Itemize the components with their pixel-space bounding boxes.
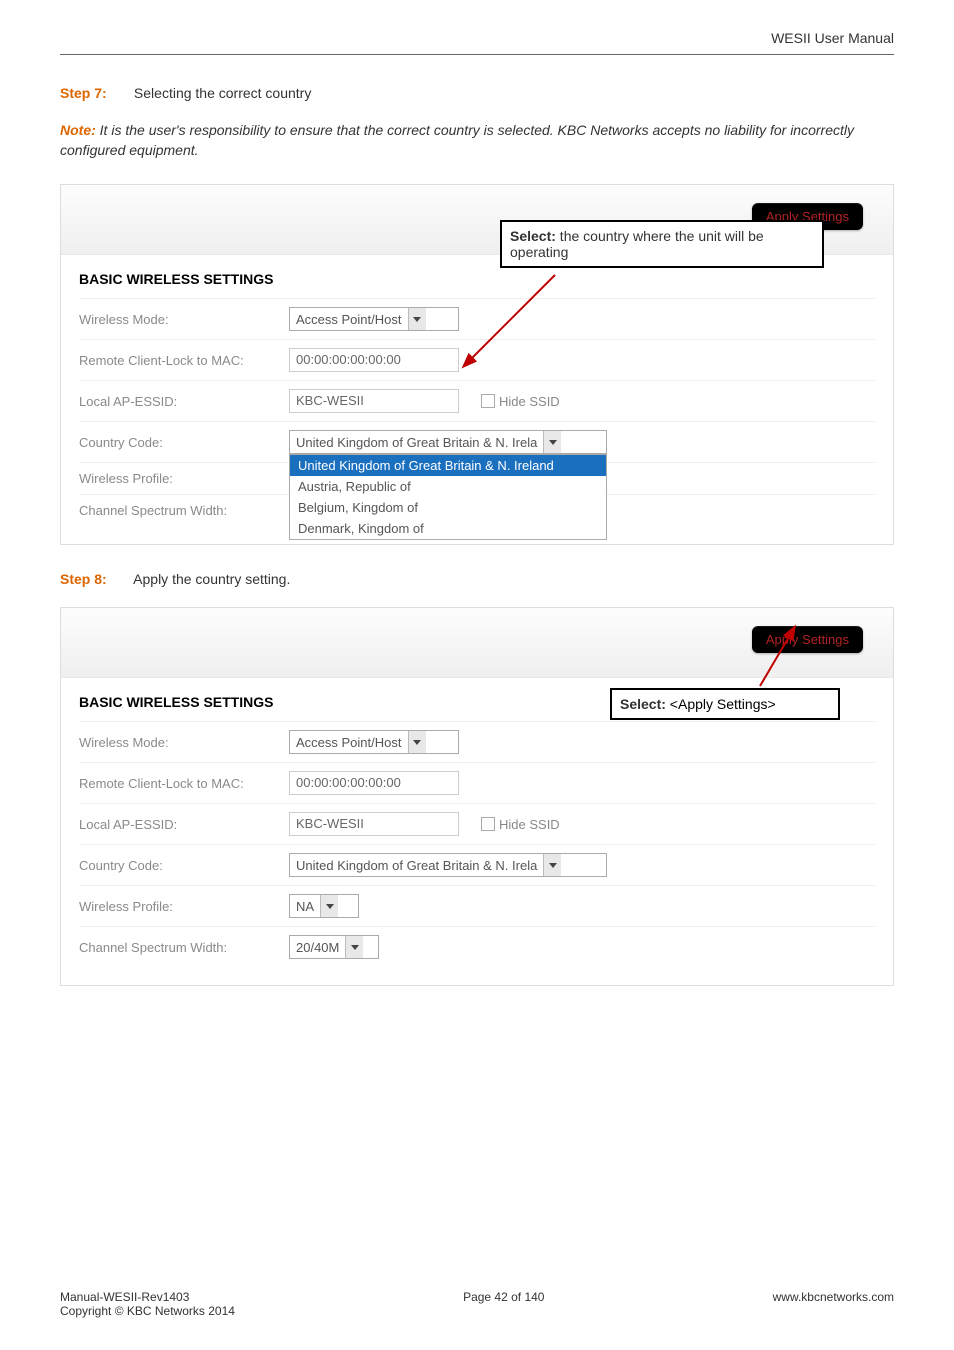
dropdown-option[interactable]: Belgium, Kingdom of — [290, 497, 606, 518]
dropdown-option[interactable]: Denmark, Kingdom of — [290, 518, 606, 539]
country-code-select[interactable]: United Kingdom of Great Britain & N. Ire… — [289, 430, 607, 454]
hide-ssid-label: Hide SSID — [499, 394, 560, 409]
row-wireless-mode: Wireless Mode: Access Point/Host — [79, 298, 875, 339]
step7-label: Step 7: — [60, 85, 107, 101]
note-text: It is the user's responsibility to ensur… — [60, 122, 854, 158]
label-channel-width: Channel Spectrum Width: — [79, 940, 289, 955]
callout-select-country: Select: the country where the unit will … — [500, 220, 824, 268]
step7-text: Selecting the correct country — [134, 85, 311, 101]
local-essid-input[interactable]: KBC-WESII — [289, 812, 459, 836]
chevron-down-icon — [345, 936, 363, 958]
channel-width-value: 20/40M — [296, 940, 339, 955]
callout1-bold: Select: — [510, 228, 556, 244]
label-wireless-profile: Wireless Profile: — [79, 471, 289, 486]
manual-title: WESII User Manual — [771, 30, 894, 46]
label-remote-mac: Remote Client-Lock to MAC: — [79, 776, 289, 791]
chevron-down-icon — [543, 431, 561, 453]
chevron-down-icon — [408, 308, 426, 330]
chevron-down-icon — [543, 854, 561, 876]
wireless-mode-select[interactable]: Access Point/Host — [289, 730, 459, 754]
row-channel-width: Channel Spectrum Width: 20/40M — [79, 926, 875, 967]
settings-panel-2: Apply Settings BASIC WIRELESS SETTINGS W… — [60, 607, 894, 986]
note-label: Note: — [60, 122, 96, 138]
remote-mac-input[interactable]: 00:00:00:00:00:00 — [289, 348, 459, 372]
note-block: Note: It is the user's responsibility to… — [60, 121, 894, 160]
footer-page: Page 42 of 140 — [235, 1290, 773, 1318]
country-code-value: United Kingdom of Great Britain & N. Ire… — [296, 858, 537, 873]
wireless-profile-select[interactable]: NA — [289, 894, 359, 918]
row-local-essid: Local AP-ESSID: KBC-WESII Hide SSID — [79, 380, 875, 421]
country-code-value: United Kingdom of Great Britain & N. Ire… — [296, 435, 537, 450]
wireless-mode-select[interactable]: Access Point/Host — [289, 307, 459, 331]
country-dropdown-list: United Kingdom of Great Britain & N. Ire… — [289, 454, 607, 540]
panel2-topbar: Apply Settings — [61, 608, 893, 678]
page-header: WESII User Manual — [60, 30, 894, 55]
row-wireless-profile: Wireless Profile: NA — [79, 885, 875, 926]
footer-url: www.kbcnetworks.com — [773, 1290, 894, 1318]
step8-label: Step 8: — [60, 571, 107, 587]
label-wireless-mode: Wireless Mode: — [79, 735, 289, 750]
channel-width-select[interactable]: 20/40M — [289, 935, 379, 959]
label-wireless-mode: Wireless Mode: — [79, 312, 289, 327]
footer-line1: Manual-WESII-Rev1403 — [60, 1290, 235, 1304]
callout-apply-settings: Select: <Apply Settings> — [610, 688, 840, 720]
chevron-down-icon — [408, 731, 426, 753]
label-channel-width: Channel Spectrum Width: — [79, 503, 289, 518]
row-local-essid: Local AP-ESSID: KBC-WESII Hide SSID — [79, 803, 875, 844]
row-remote-mac: Remote Client-Lock to MAC: 00:00:00:00:0… — [79, 339, 875, 380]
callout2-text: <Apply Settings> — [666, 696, 776, 712]
row-country-code: Country Code: United Kingdom of Great Br… — [79, 844, 875, 885]
label-country-code: Country Code: — [79, 435, 289, 450]
hide-ssid-checkbox[interactable] — [481, 817, 495, 831]
apply-settings-button[interactable]: Apply Settings — [752, 626, 863, 653]
page-footer: Manual-WESII-Rev1403 Copyright © KBC Net… — [60, 1290, 894, 1318]
chevron-down-icon — [320, 895, 338, 917]
hide-ssid-label: Hide SSID — [499, 817, 560, 832]
country-code-select[interactable]: United Kingdom of Great Britain & N. Ire… — [289, 853, 607, 877]
wireless-mode-value: Access Point/Host — [296, 312, 402, 327]
step8-line: Step 8: Apply the country setting. — [60, 571, 894, 587]
label-local-essid: Local AP-ESSID: — [79, 394, 289, 409]
step7-line: Step 7: Selecting the correct country — [60, 85, 894, 101]
step8-text: Apply the country setting. — [133, 571, 290, 587]
label-wireless-profile: Wireless Profile: — [79, 899, 289, 914]
dropdown-option[interactable]: Austria, Republic of — [290, 476, 606, 497]
label-local-essid: Local AP-ESSID: — [79, 817, 289, 832]
panel1-section-title: BASIC WIRELESS SETTINGS — [79, 265, 875, 298]
wireless-mode-value: Access Point/Host — [296, 735, 402, 750]
callout2-bold: Select: — [620, 696, 666, 712]
label-country-code: Country Code: — [79, 858, 289, 873]
dropdown-option-selected[interactable]: United Kingdom of Great Britain & N. Ire… — [290, 455, 606, 476]
row-wireless-mode: Wireless Mode: Access Point/Host — [79, 721, 875, 762]
row-remote-mac: Remote Client-Lock to MAC: 00:00:00:00:0… — [79, 762, 875, 803]
footer-line2: Copyright © KBC Networks 2014 — [60, 1304, 235, 1318]
wireless-profile-value: NA — [296, 899, 314, 914]
local-essid-input[interactable]: KBC-WESII — [289, 389, 459, 413]
hide-ssid-checkbox[interactable] — [481, 394, 495, 408]
label-remote-mac: Remote Client-Lock to MAC: — [79, 353, 289, 368]
remote-mac-input[interactable]: 00:00:00:00:00:00 — [289, 771, 459, 795]
row-country-code: Country Code: United Kingdom of Great Br… — [79, 421, 875, 462]
